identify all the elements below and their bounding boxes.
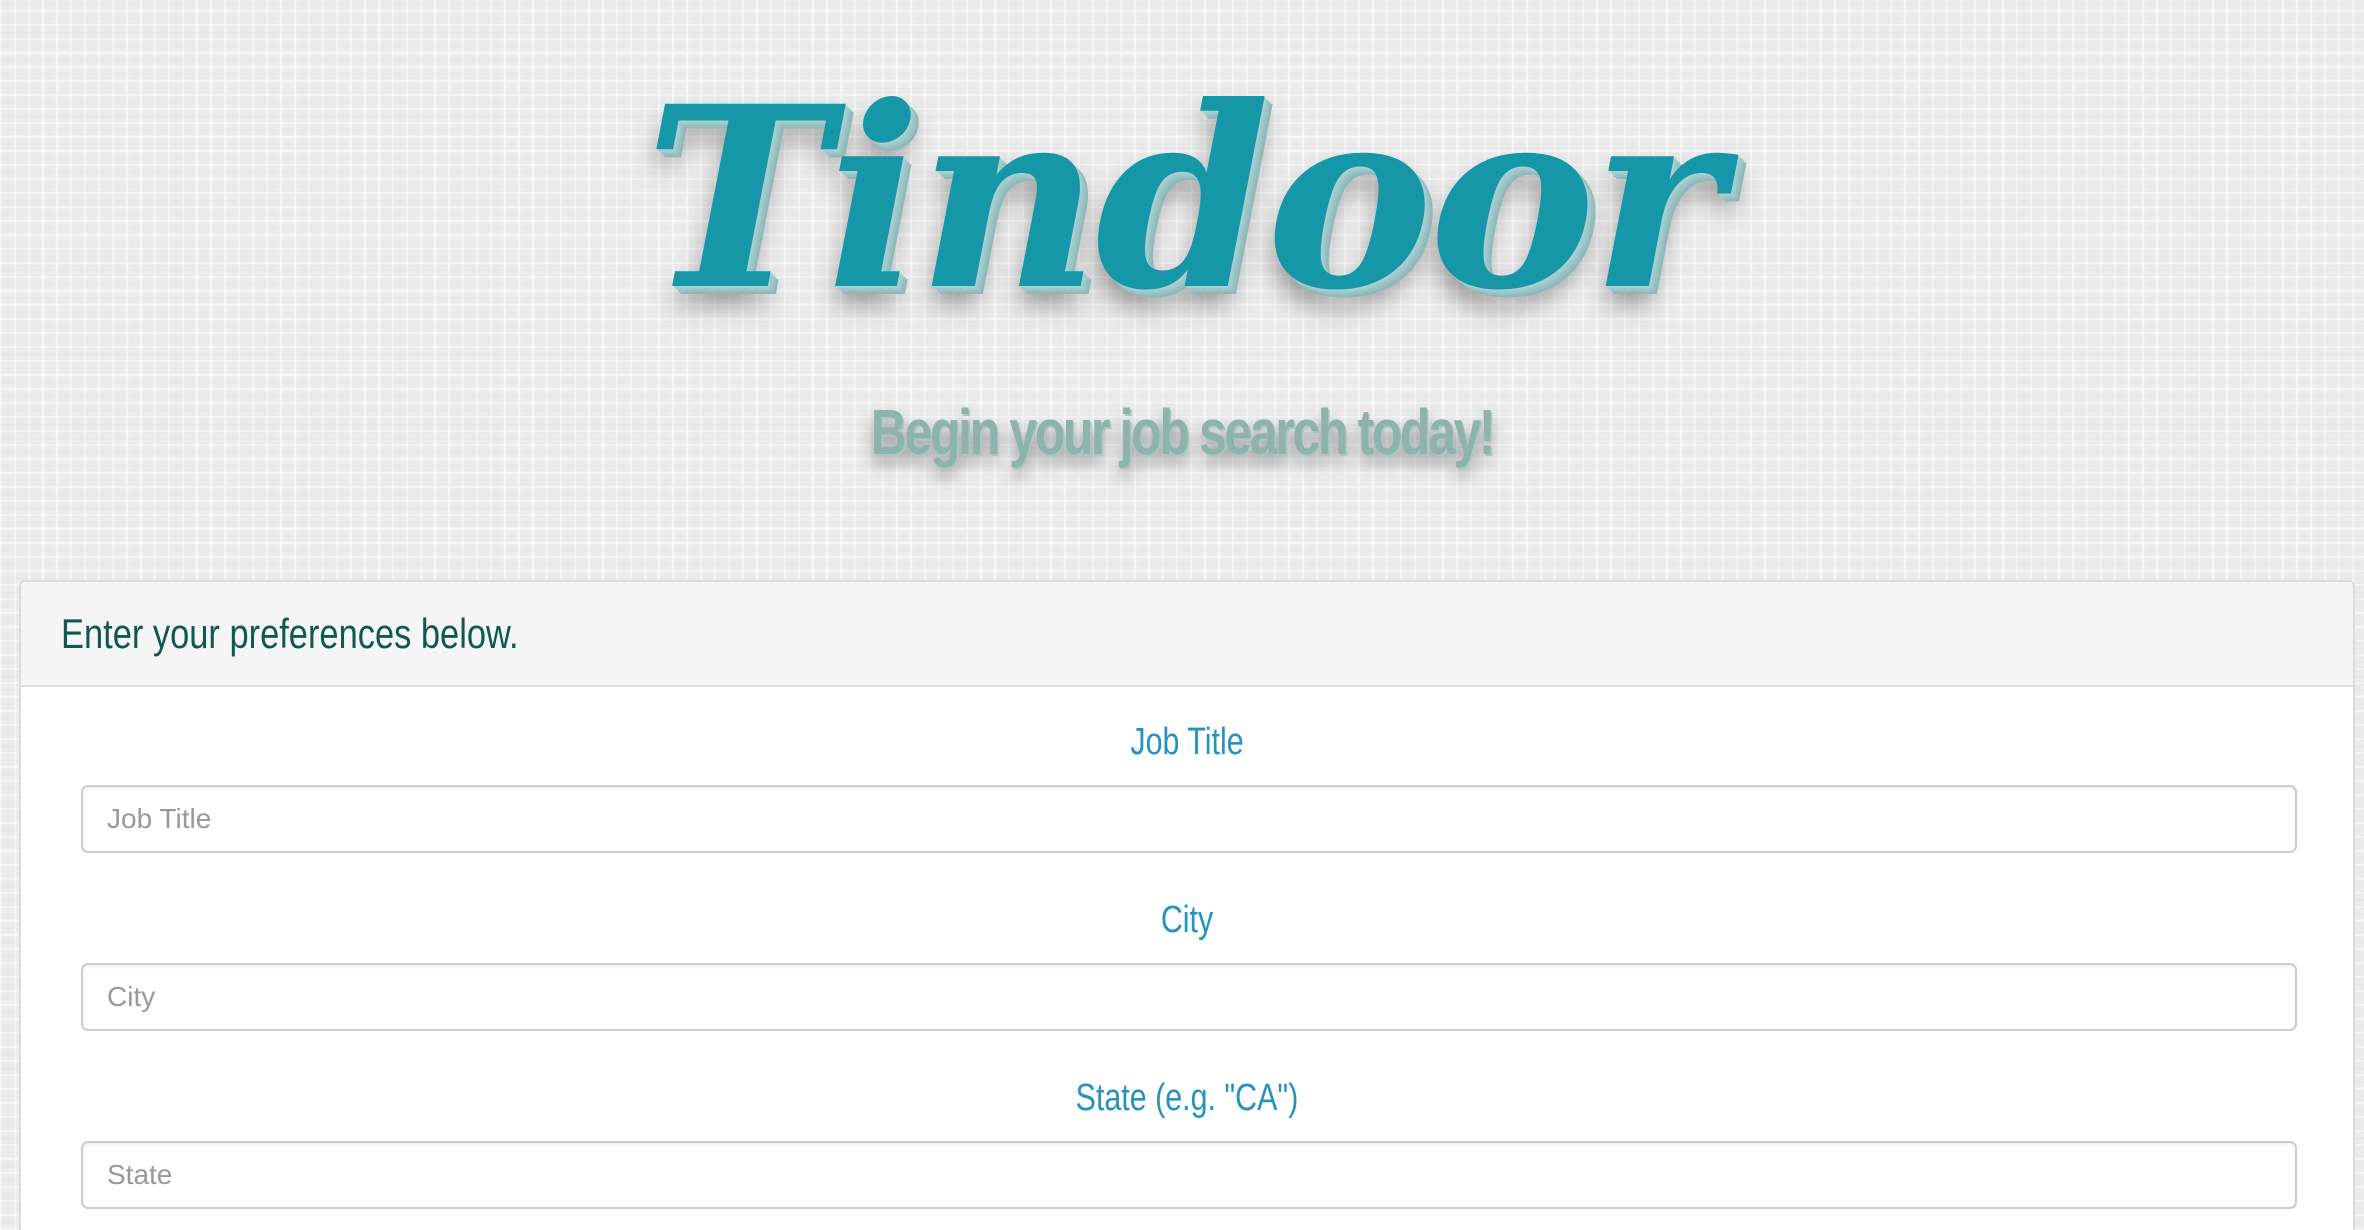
- job-title-input[interactable]: [81, 785, 2297, 853]
- state-input[interactable]: [81, 1141, 2297, 1209]
- tagline: Begin your job search today!: [870, 396, 1496, 468]
- hero-header: Tindoor Begin your job search today!: [0, 0, 2364, 580]
- logo: Tindoor: [644, 51, 1724, 345]
- panel-title: Enter your preferences below.: [61, 609, 519, 657]
- state-label: State (e.g. "CA"): [1075, 1077, 1299, 1119]
- job-title-label: Job Title: [1130, 721, 1244, 763]
- city-input[interactable]: [81, 963, 2297, 1031]
- preferences-panel: Enter your preferences below. Job Title …: [19, 580, 2355, 1230]
- city-label: City: [1160, 899, 1214, 941]
- panel-heading: Enter your preferences below.: [21, 582, 2353, 687]
